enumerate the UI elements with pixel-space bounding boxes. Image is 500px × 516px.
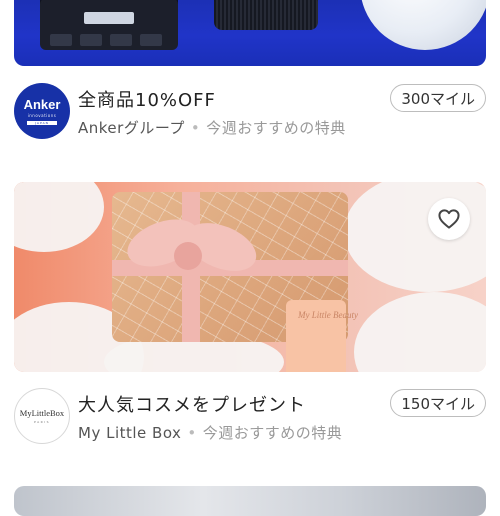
- logo-word: Anker: [23, 96, 61, 112]
- robot-vacuum-device: [360, 0, 486, 50]
- brand-logo-anker: Anker innovations JAPAN: [14, 83, 70, 139]
- meta-separator: •: [190, 119, 201, 137]
- logo-bar-text: JAPAN: [35, 120, 49, 125]
- logo-word: MyLittleBox: [19, 408, 65, 418]
- offer-brand: Ankerグループ: [78, 119, 185, 137]
- ribbon-bow: [174, 242, 202, 270]
- offer-image-next[interactable]: [14, 486, 486, 516]
- offer-title[interactable]: 全商品10%OFF: [78, 86, 216, 112]
- offer-brand: My Little Box: [78, 424, 182, 442]
- logo-sub: PARIS: [33, 420, 51, 424]
- heart-outline-icon: [438, 209, 460, 229]
- speaker-device: [214, 0, 318, 30]
- offer-meta: Ankerグループ • 今週おすすめの特典: [78, 117, 346, 138]
- brand-logo-mylittlebox: MyLittleBox PARIS: [14, 388, 70, 444]
- offer-image-cosme[interactable]: My Little Beauty: [14, 182, 486, 372]
- product-label: My Little Beauty: [298, 310, 358, 320]
- offer-meta: My Little Box • 今週おすすめの特典: [78, 422, 342, 443]
- offer-tag: 今週おすすめの特典: [206, 119, 346, 137]
- miles-badge: 300マイル: [390, 84, 486, 112]
- offer-title[interactable]: 大人気コスメをプレゼント: [78, 391, 306, 417]
- offer-tag: 今週おすすめの特典: [202, 424, 343, 442]
- power-station-device: [40, 0, 178, 50]
- logo-sub: innovations: [27, 112, 57, 118]
- offer-image-anker[interactable]: [14, 0, 486, 66]
- miles-badge: 150マイル: [390, 389, 486, 417]
- meta-separator: •: [187, 424, 197, 442]
- favorite-button[interactable]: [428, 198, 470, 240]
